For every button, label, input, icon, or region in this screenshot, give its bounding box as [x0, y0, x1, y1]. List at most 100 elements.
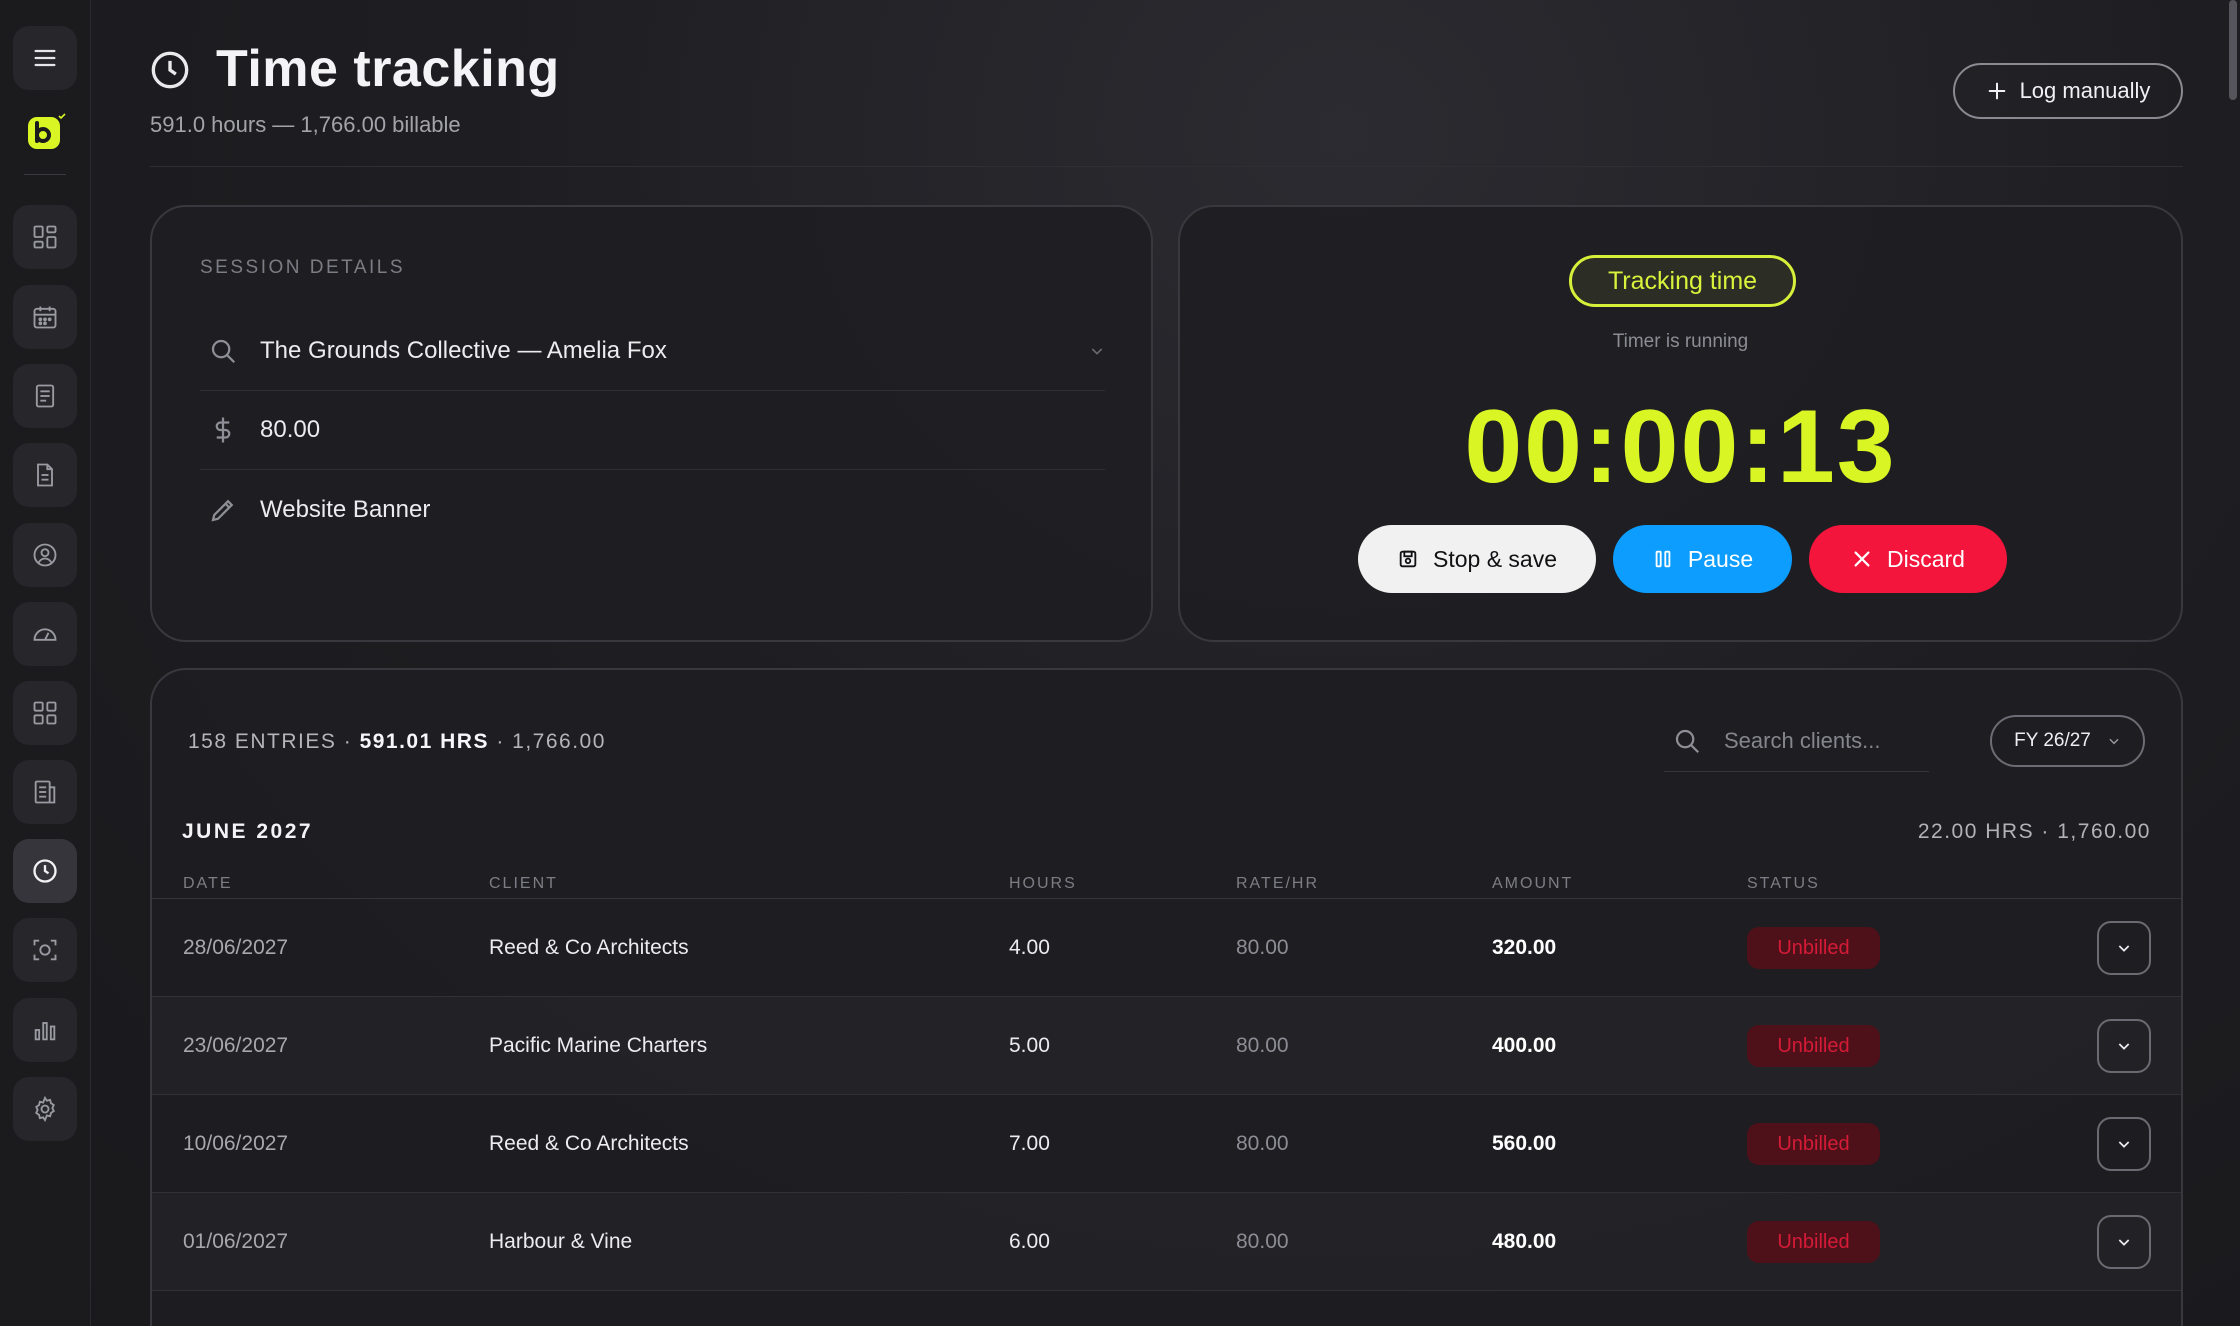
- row-rate: 80.00: [1236, 1132, 1289, 1155]
- column-header-client: CLIENT: [489, 875, 558, 892]
- pencil-icon: [211, 499, 234, 522]
- rate-value: 80.00: [260, 416, 321, 443]
- row-date: 01/06/2027: [183, 1230, 289, 1253]
- dashboard-icon: [33, 225, 57, 249]
- row-hours: 7.00: [1009, 1132, 1050, 1155]
- entries-summary: 158 ENTRIES · 591.01 HRS · 1,766.00: [188, 730, 606, 753]
- discard-button[interactable]: Discard: [1809, 525, 2007, 593]
- row-hours: 4.00: [1009, 936, 1050, 959]
- grid-icon: [33, 701, 57, 725]
- column-header-status: STATUS: [1747, 875, 1820, 892]
- entries-card: 158 ENTRIES · 591.01 HRS · 1,766.00 FY 2…: [150, 668, 2183, 1326]
- stop-save-button[interactable]: Stop & save: [1358, 525, 1596, 593]
- sidebar-item-documents[interactable]: [13, 443, 77, 507]
- row-client: Reed & Co Architects: [489, 936, 689, 959]
- sidebar-item-calendar[interactable]: [13, 285, 77, 349]
- row-client: Pacific Marine Charters: [489, 1034, 708, 1057]
- chevron-down-icon: [2118, 1043, 2130, 1050]
- row-amount: 560.00: [1492, 1132, 1557, 1155]
- row-hours: 5.00: [1009, 1034, 1050, 1057]
- month-heading: JUNE 2027: [182, 820, 314, 843]
- chevron-down-icon: [2109, 738, 2119, 745]
- client-select[interactable]: The Grounds Collective — Amelia Fox: [200, 312, 1105, 391]
- save-icon: [1399, 550, 1417, 568]
- sidebar-item-time-tracking[interactable]: [13, 839, 77, 903]
- chevron-down-icon: [2118, 945, 2130, 952]
- table-row[interactable]: 01/06/2027 Harbour & Vine 6.00 80.00 480…: [152, 1193, 2181, 1291]
- rate-field[interactable]: 80.00: [200, 391, 1105, 470]
- speedometer-icon: [33, 628, 57, 641]
- row-date: 28/06/2027: [183, 936, 289, 959]
- timer-status: Timer is running: [1612, 331, 1749, 352]
- dollar-icon: [215, 417, 231, 443]
- section-label: SESSION DETAILS: [200, 257, 406, 278]
- invoice-icon: [35, 384, 55, 408]
- log-manually-button[interactable]: Log manually: [1953, 63, 2183, 119]
- row-date: 10/06/2027: [183, 1132, 289, 1155]
- row-expand-button[interactable]: [2097, 1215, 2151, 1269]
- brand-logo-icon[interactable]: [26, 113, 66, 153]
- clock-icon: [151, 51, 189, 89]
- row-hours: 6.00: [1009, 1230, 1050, 1253]
- clock-icon: [33, 859, 57, 883]
- row-expand-button[interactable]: [2097, 921, 2151, 975]
- column-header-rate: RATE/HR: [1236, 875, 1320, 892]
- sidebar-item-performance[interactable]: [13, 602, 77, 666]
- menu-icon: [34, 49, 56, 67]
- row-expand-button[interactable]: [2097, 1117, 2151, 1171]
- tracking-status-badge: Tracking time: [1569, 255, 1796, 307]
- chevron-down-icon: [2118, 1141, 2130, 1148]
- table-row[interactable]: 10/06/2027 Reed & Co Architects 7.00 80.…: [152, 1095, 2181, 1193]
- row-rate: 80.00: [1236, 936, 1289, 959]
- client-value: The Grounds Collective — Amelia Fox: [260, 337, 667, 364]
- calendar-icon: [33, 306, 57, 329]
- sidebar-item-settings[interactable]: [13, 1077, 77, 1141]
- row-rate: 80.00: [1236, 1034, 1289, 1057]
- sidebar: [0, 0, 91, 1326]
- sidebar-item-dashboard[interactable]: [13, 205, 77, 269]
- log-manually-label: Log manually: [2019, 78, 2151, 103]
- timer-display: 00:00:13: [1464, 389, 1897, 505]
- description-field[interactable]: Website Banner: [200, 470, 1105, 549]
- search-input[interactable]: [1724, 727, 1924, 754]
- stop-save-label: Stop & save: [1432, 545, 1558, 572]
- page-scrollbar[interactable]: [2226, 0, 2240, 1326]
- sidebar-item-scan[interactable]: [13, 918, 77, 982]
- discard-label: Discard: [1887, 545, 1965, 572]
- status-badge: Unbilled: [1747, 1123, 1880, 1165]
- app-root: Time tracking 591.0 hours — 1,766.00 bil…: [0, 0, 2240, 1326]
- client-search[interactable]: [1664, 710, 1929, 772]
- row-amount: 400.00: [1492, 1034, 1557, 1057]
- row-amount: 480.00: [1492, 1230, 1557, 1253]
- sidebar-item-invoices[interactable]: [13, 364, 77, 428]
- page-title: Time tracking: [216, 40, 560, 98]
- sidebar-item-apps[interactable]: [13, 681, 77, 745]
- sidebar-item-analytics[interactable]: [13, 998, 77, 1062]
- search-icon: [211, 339, 236, 364]
- scan-face-icon: [33, 939, 57, 961]
- close-icon: [1854, 551, 1870, 567]
- page-subtitle: 591.0 hours — 1,766.00 billable: [150, 112, 461, 137]
- bar-chart-icon: [34, 1022, 56, 1041]
- status-badge: Unbilled: [1747, 927, 1880, 969]
- table-row[interactable]: 23/06/2027 Pacific Marine Charters 5.00 …: [152, 997, 2181, 1095]
- sidebar-item-contacts[interactable]: [13, 523, 77, 587]
- row-client: Reed & Co Architects: [489, 1132, 689, 1155]
- pause-button[interactable]: Pause: [1613, 525, 1792, 593]
- row-client: Harbour & Vine: [489, 1230, 633, 1253]
- document-icon: [37, 463, 53, 487]
- sidebar-item-reports[interactable]: [13, 760, 77, 824]
- row-amount: 320.00: [1492, 936, 1557, 959]
- fiscal-year-value: FY 26/27: [2014, 730, 2091, 751]
- menu-button[interactable]: [13, 26, 77, 90]
- row-rate: 80.00: [1236, 1230, 1289, 1253]
- row-expand-button[interactable]: [2097, 1019, 2151, 1073]
- chevron-down-icon: [1091, 348, 1103, 355]
- fiscal-year-select[interactable]: FY 26/27: [1990, 715, 2145, 767]
- session-details-card: SESSION DETAILS The Grounds Collective —…: [150, 205, 1153, 642]
- entries-hours: 591.01 HRS: [359, 730, 489, 753]
- scrollbar-thumb[interactable]: [2229, 0, 2237, 100]
- table-row[interactable]: 28/06/2027 Reed & Co Architects 4.00 80.…: [152, 899, 2181, 997]
- pause-icon: [1655, 550, 1671, 568]
- report-icon: [34, 780, 56, 804]
